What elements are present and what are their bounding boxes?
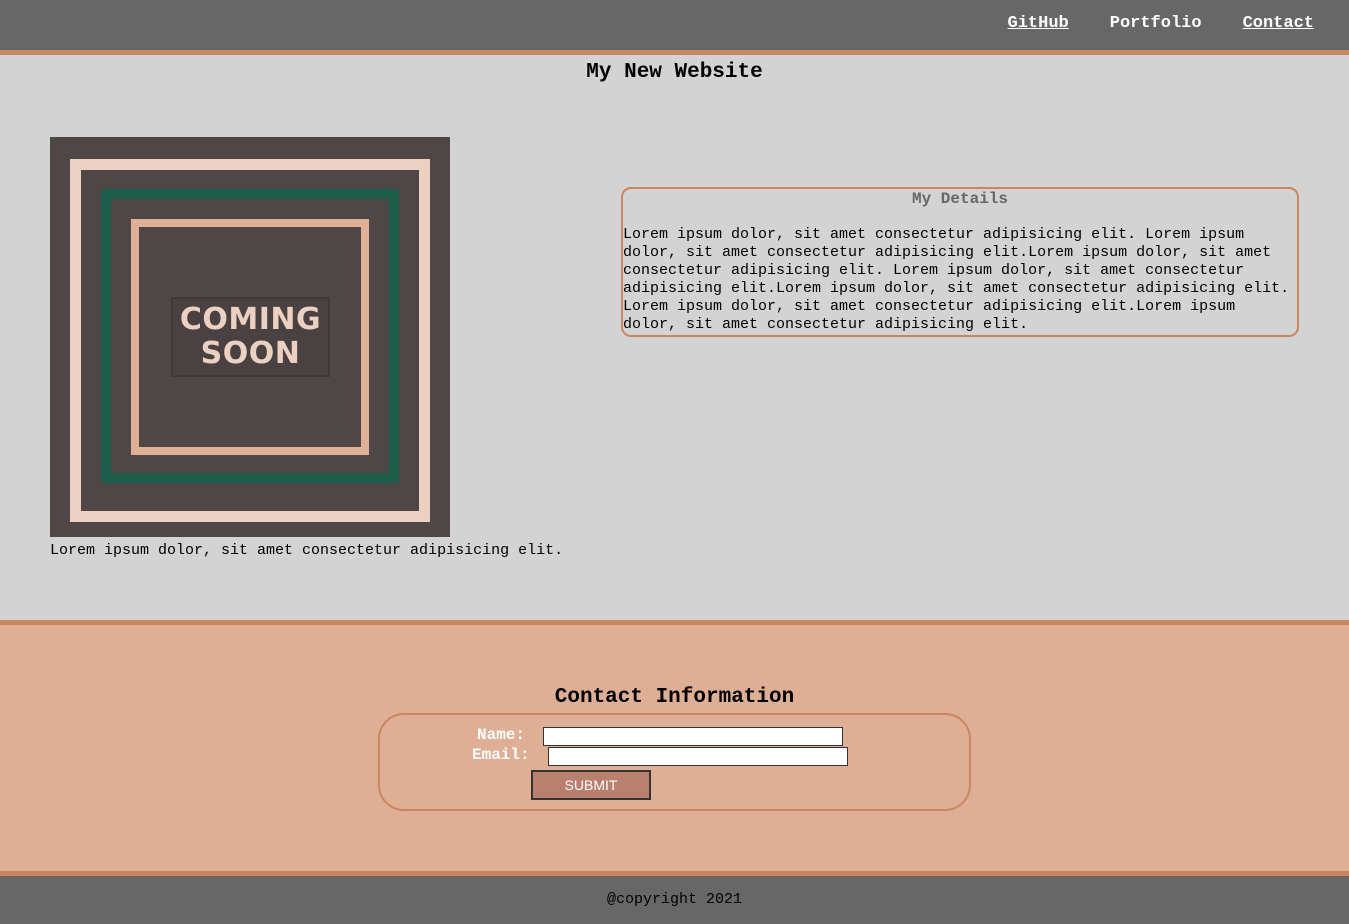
- top-navbar: GitHub Portfolio Contact: [0, 0, 1349, 55]
- contact-section: Contact Information Name: Email: Submit: [0, 620, 1349, 876]
- nav-link-contact[interactable]: Contact: [1243, 14, 1314, 33]
- email-label: Email:: [472, 746, 530, 764]
- main-section: My New Website COMING SOON Lorem ipsum d…: [0, 55, 1349, 620]
- coming-soon-line1: COMING: [179, 302, 322, 337]
- coming-soon-image: COMING SOON: [50, 137, 450, 537]
- name-label: Name:: [477, 726, 526, 744]
- contact-title: Contact Information: [554, 686, 795, 709]
- footer: @copyright 2021: [0, 876, 1349, 924]
- coming-soon-line2: SOON: [200, 336, 301, 371]
- image-caption: Lorem ipsum dolor, sit amet consectetur …: [50, 542, 564, 559]
- details-box: My Details Lorem ipsum dolor, sit amet c…: [621, 187, 1299, 337]
- nav-link-portfolio[interactable]: Portfolio: [1110, 14, 1202, 33]
- coming-soon-badge: COMING SOON: [171, 297, 330, 377]
- details-text: Lorem ipsum dolor, sit amet consectetur …: [623, 226, 1290, 333]
- email-input[interactable]: [548, 747, 848, 766]
- contact-form: Name: Email: Submit: [378, 713, 971, 811]
- main-nav: GitHub Portfolio Contact: [1008, 14, 1314, 33]
- nav-link-github[interactable]: GitHub: [1008, 14, 1069, 33]
- copyright-text: @copyright 2021: [606, 891, 743, 908]
- details-title: My Details: [911, 190, 1008, 208]
- page-title: My New Website: [586, 61, 763, 84]
- submit-button[interactable]: Submit: [531, 770, 651, 800]
- name-input[interactable]: [543, 727, 843, 746]
